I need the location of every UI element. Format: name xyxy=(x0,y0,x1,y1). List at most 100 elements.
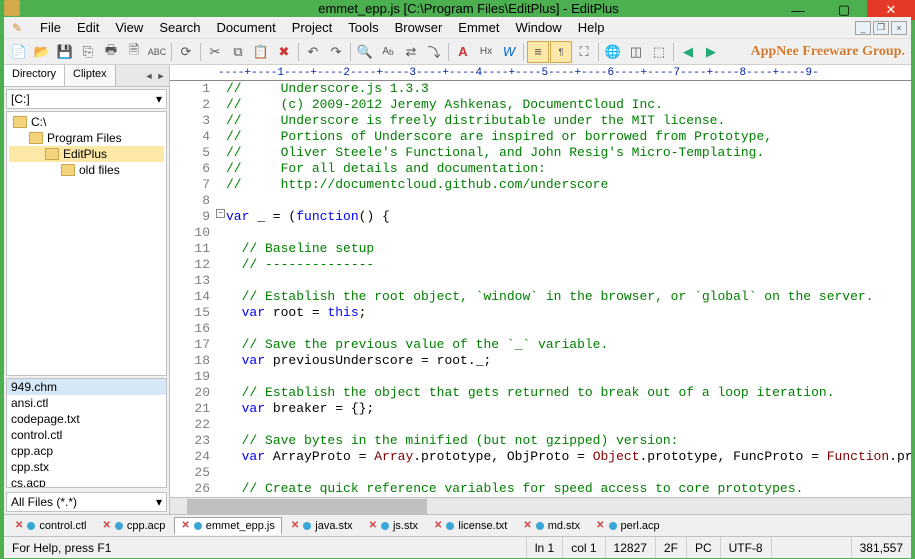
scrollbar-thumb[interactable] xyxy=(187,499,427,514)
file-item[interactable]: ansi.ctl xyxy=(7,395,166,411)
tree-item[interactable]: Program Files xyxy=(9,130,164,146)
menu-help[interactable]: Help xyxy=(570,18,613,37)
tab-label: emmet_epp.js xyxy=(206,520,275,532)
file-item[interactable]: cpp.acp xyxy=(7,443,166,459)
tree-item[interactable]: EditPlus xyxy=(9,146,164,162)
file-filter[interactable]: All Files (*.*) ▾ xyxy=(6,492,167,512)
reload-icon[interactable]: ⟳ xyxy=(175,41,197,63)
menu-browser[interactable]: Browser xyxy=(387,18,451,37)
workspace: Directory Cliptex ◄ ► [C:] ▾ C:\Program … xyxy=(4,65,911,514)
menu-emmet[interactable]: Emmet xyxy=(450,18,507,37)
find-next-icon[interactable]: Ab xyxy=(377,41,399,63)
menu-window[interactable]: Window xyxy=(507,18,569,37)
menu-search[interactable]: Search xyxy=(151,18,208,37)
print-preview-icon[interactable]: 🗎 xyxy=(123,41,145,63)
folder-icon xyxy=(45,148,59,160)
file-item[interactable]: control.ctl xyxy=(7,427,166,443)
audio-icon[interactable]: ABC xyxy=(146,41,168,63)
close-tab-icon[interactable]: ✕ xyxy=(181,520,189,531)
document-tab[interactable]: ✕md.stx xyxy=(516,517,587,535)
menu-view[interactable]: View xyxy=(107,18,151,37)
folder-tree[interactable]: C:\Program FilesEditPlusold files xyxy=(6,111,167,376)
mdi-minimize-button[interactable]: _ xyxy=(855,21,871,35)
open-file-icon[interactable]: 📂 xyxy=(31,41,53,63)
document-tab[interactable]: ✕java.stx xyxy=(284,517,360,535)
menu-project[interactable]: Project xyxy=(284,18,340,37)
font-size-icon[interactable]: Hx xyxy=(475,41,497,63)
document-tab[interactable]: ✕cpp.acp xyxy=(95,517,172,535)
close-tab-icon[interactable]: ✕ xyxy=(596,520,604,531)
font-color-icon[interactable]: A xyxy=(452,41,474,63)
tab-label: perl.acp xyxy=(621,520,660,532)
file-type-icon xyxy=(609,522,617,530)
close-tab-icon[interactable]: ✕ xyxy=(369,520,377,531)
document-tab[interactable]: ✕ perl.acp xyxy=(589,517,667,535)
status-encoding: UTF-8 xyxy=(721,537,772,558)
file-item[interactable]: cs.acp xyxy=(7,475,166,488)
line-numbers-icon[interactable]: ≡ xyxy=(527,41,549,63)
close-tab-icon[interactable]: ✕ xyxy=(291,520,299,531)
browser-icon[interactable]: 🌐 xyxy=(602,41,624,63)
status-mode: PC xyxy=(687,537,721,558)
file-list[interactable]: 949.chmansi.ctlcodepage.txtcontrol.ctlcp… xyxy=(6,378,167,488)
tree-item-label: C:\ xyxy=(31,115,46,129)
tab-cliptext[interactable]: Cliptex xyxy=(65,65,116,86)
drive-selector[interactable]: [C:] ▾ xyxy=(6,89,167,109)
fold-collapse-icon[interactable]: − xyxy=(216,209,225,218)
close-tab-icon[interactable]: ✕ xyxy=(102,520,110,531)
menu-document[interactable]: Document xyxy=(209,18,284,37)
whitespace-icon[interactable]: ¶ xyxy=(550,41,572,63)
file-item[interactable]: 949.chm xyxy=(7,379,166,395)
tab-directory[interactable]: Directory xyxy=(4,65,65,86)
status-col: col 1 xyxy=(563,537,605,558)
delete-icon[interactable]: ✖ xyxy=(273,41,295,63)
document-tab[interactable]: ✕js.stx xyxy=(362,517,425,535)
titlebar[interactable]: emmet_epp.js [C:\Program Files\EditPlus]… xyxy=(0,0,915,16)
print-icon[interactable]: 🖶 xyxy=(100,41,122,63)
tree-item-label: old files xyxy=(79,163,120,177)
close-tab-icon[interactable]: ✕ xyxy=(523,520,531,531)
document-tab[interactable]: ✕license.txt xyxy=(427,517,514,535)
fullscreen-icon[interactable]: ⛶ xyxy=(573,41,595,63)
close-tab-icon[interactable]: ✕ xyxy=(15,520,23,531)
line-gutter: 1 2 3 4 5 6 7 8 9 10 11 12 13 14 15 16 1… xyxy=(170,81,216,497)
save-icon[interactable]: 💾 xyxy=(54,41,76,63)
replace-icon[interactable]: ⇄ xyxy=(400,41,422,63)
forward-icon[interactable]: ▶ xyxy=(700,41,722,63)
menu-edit[interactable]: Edit xyxy=(69,18,107,37)
copy-icon[interactable]: ⧉ xyxy=(227,41,249,63)
menu-file[interactable]: File xyxy=(32,18,69,37)
menu-tools[interactable]: Tools xyxy=(340,18,386,37)
tab-next-icon[interactable]: ► xyxy=(155,68,167,84)
code-content[interactable]: // Underscore.js 1.3.3 // (c) 2009-2012 … xyxy=(226,81,911,497)
cut-icon[interactable]: ✂ xyxy=(204,41,226,63)
file-item[interactable]: codepage.txt xyxy=(7,411,166,427)
mdi-close-button[interactable]: × xyxy=(891,21,907,35)
fold-column[interactable]: − xyxy=(216,81,226,497)
undo-icon[interactable]: ↶ xyxy=(302,41,324,63)
find-icon[interactable]: 🔍 xyxy=(354,41,376,63)
document-tab[interactable]: ✕control.ctl xyxy=(8,517,93,535)
chevron-down-icon: ▾ xyxy=(156,495,162,509)
document-tab[interactable]: ✕ emmet_epp.js xyxy=(174,517,281,535)
back-icon[interactable]: ◀ xyxy=(677,41,699,63)
tree-item[interactable]: old files xyxy=(9,162,164,178)
mdi-restore-button[interactable]: ❐ xyxy=(873,21,889,35)
horizontal-scrollbar[interactable] xyxy=(170,497,911,514)
file-item[interactable]: cpp.stx xyxy=(7,459,166,475)
close-tab-icon[interactable]: ✕ xyxy=(434,520,442,531)
paste-icon[interactable]: 📋 xyxy=(250,41,272,63)
goto-icon[interactable]: ⤵ xyxy=(423,41,445,63)
hex-icon[interactable]: ⬚ xyxy=(648,41,670,63)
status-chars: 12827 xyxy=(606,537,656,558)
wordwrap-icon[interactable]: W xyxy=(498,41,520,63)
window-icon[interactable]: ◫ xyxy=(625,41,647,63)
redo-icon[interactable]: ↷ xyxy=(325,41,347,63)
tree-item[interactable]: C:\ xyxy=(9,114,164,130)
code-area[interactable]: 1 2 3 4 5 6 7 8 9 10 11 12 13 14 15 16 1… xyxy=(170,81,911,497)
save-all-icon[interactable]: ⎘ xyxy=(77,41,99,63)
status-code: 2F xyxy=(656,537,687,558)
new-file-icon[interactable]: 📄 xyxy=(8,41,30,63)
tab-prev-icon[interactable]: ◄ xyxy=(143,68,155,84)
chevron-down-icon: ▾ xyxy=(156,92,162,106)
